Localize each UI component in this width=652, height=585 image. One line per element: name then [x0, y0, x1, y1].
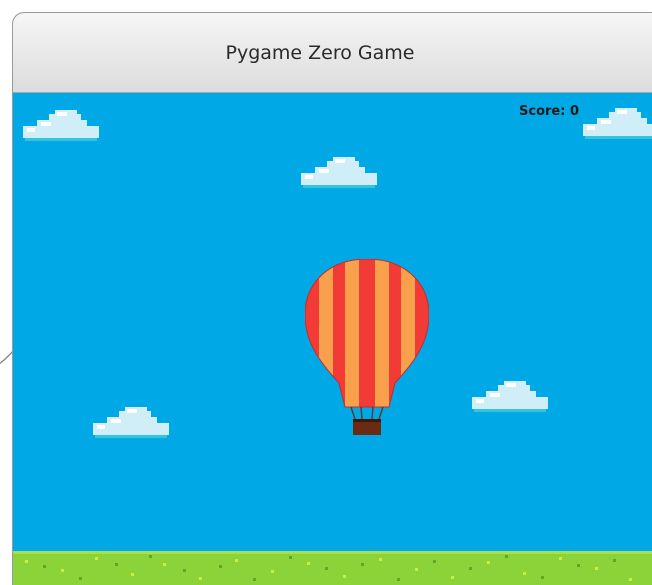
- score-label: Score: 0: [519, 104, 579, 119]
- cloud-sprite: [23, 110, 99, 141]
- window-title: Pygame Zero Game: [225, 41, 415, 64]
- cloud-sprite: [93, 407, 169, 438]
- cloud-sprite: [583, 108, 652, 139]
- hot-air-balloon-sprite: [305, 259, 429, 435]
- window-titlebar[interactable]: Pygame Zero Game: [13, 13, 652, 93]
- game-canvas[interactable]: Score: 0: [13, 93, 652, 585]
- page: Pygame Zero Game Score: 0: [0, 0, 652, 585]
- grass-ground: [13, 551, 652, 585]
- cloud-sprite: [472, 381, 548, 412]
- game-window: Pygame Zero Game Score: 0: [12, 12, 652, 585]
- cloud-sprite: [301, 157, 377, 188]
